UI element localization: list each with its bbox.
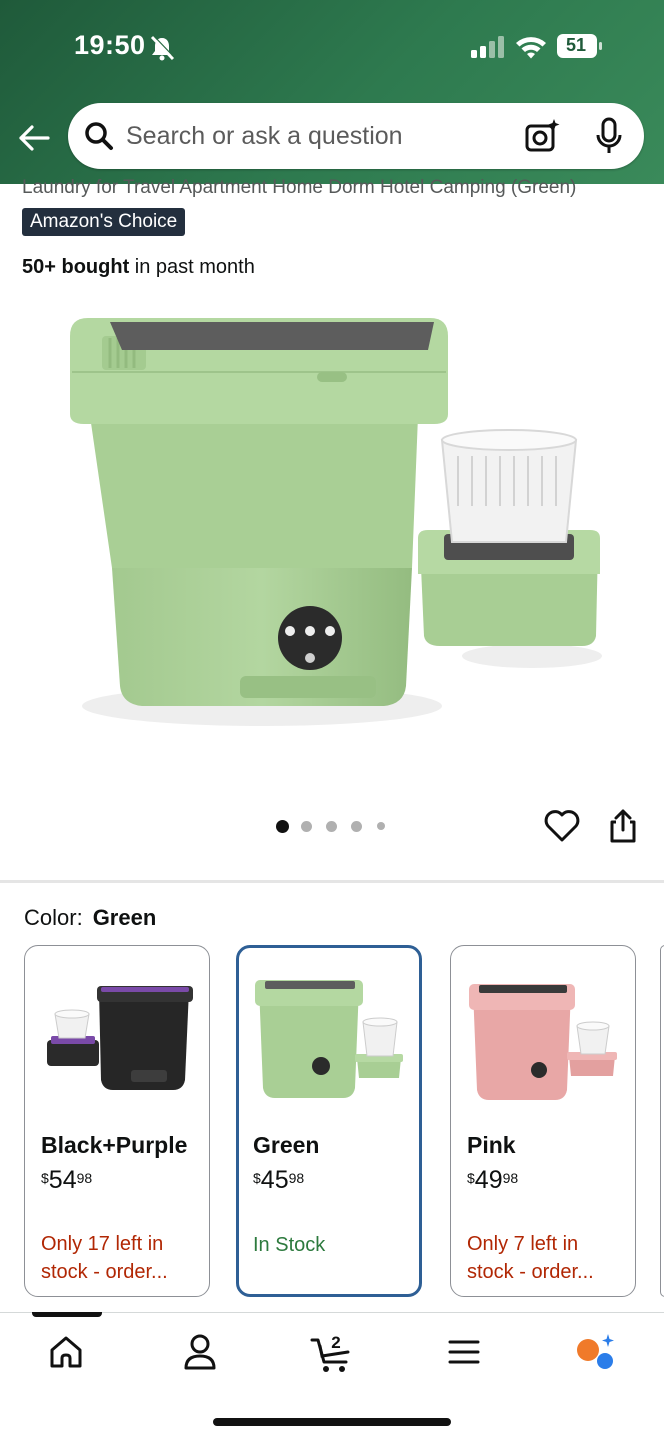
cart-count: 2 bbox=[331, 1333, 340, 1352]
color-option-price: $4598 bbox=[253, 1166, 304, 1195]
battery-level: 51 bbox=[565, 35, 587, 55]
color-label-text: Color: bbox=[24, 905, 83, 930]
bought-count-rest: in past month bbox=[129, 256, 255, 278]
image-pager[interactable] bbox=[276, 819, 396, 833]
stock-status: Only 7 left in stock - order... bbox=[467, 1233, 594, 1283]
back-arrow-icon[interactable] bbox=[16, 120, 52, 156]
color-option-name: Black+Purple bbox=[41, 1132, 188, 1158]
color-option-price: $5498 bbox=[41, 1166, 92, 1195]
color-selector-label: Color: Green bbox=[24, 905, 156, 931]
bought-count-bold: 50+ bought bbox=[22, 256, 130, 278]
cellular-signal-icon bbox=[471, 36, 504, 58]
rufus-ai-icon[interactable] bbox=[574, 1330, 618, 1374]
pager-dot[interactable] bbox=[276, 820, 289, 833]
stock-status: In Stock bbox=[253, 1234, 326, 1256]
search-bar[interactable]: Search or ask a question bbox=[68, 103, 644, 169]
price-currency: $ bbox=[253, 1170, 261, 1186]
price-whole: 49 bbox=[474, 1166, 503, 1194]
cart-icon[interactable]: 2 bbox=[310, 1330, 354, 1374]
pager-dot[interactable] bbox=[326, 821, 337, 832]
active-tab-indicator bbox=[32, 1312, 102, 1317]
selected-color: Green bbox=[92, 905, 157, 930]
color-option-black-purple[interactable]: Black+Purple $5498 Only 17 left in stock… bbox=[24, 945, 210, 1297]
price-fraction: 98 bbox=[502, 1170, 519, 1186]
color-option-next-partial[interactable] bbox=[660, 945, 664, 1297]
bought-count: 50+ bought in past month bbox=[22, 256, 255, 279]
share-icon[interactable] bbox=[608, 808, 638, 844]
section-divider bbox=[0, 880, 664, 883]
search-input[interactable]: Search or ask a question bbox=[126, 122, 403, 151]
product-image[interactable] bbox=[62, 306, 602, 762]
home-indicator bbox=[213, 1418, 451, 1426]
price-whole: 45 bbox=[260, 1166, 289, 1194]
price-fraction: 98 bbox=[288, 1170, 305, 1186]
color-option-pink[interactable]: Pink $4998 Only 7 left in stock - order.… bbox=[450, 945, 636, 1297]
pager-dot[interactable] bbox=[377, 822, 385, 830]
price-currency: $ bbox=[467, 1170, 475, 1186]
search-icon bbox=[85, 122, 113, 150]
status-bar: 19:50 51 bbox=[0, 26, 664, 66]
amazons-choice-badge[interactable]: Amazon's Choice bbox=[22, 208, 186, 236]
home-icon[interactable] bbox=[44, 1330, 88, 1374]
menu-icon[interactable] bbox=[442, 1330, 486, 1374]
silent-bell-icon bbox=[150, 35, 175, 61]
app-header: 19:50 51 Search or ask a question bbox=[0, 0, 664, 184]
status-time: 19:50 bbox=[74, 30, 146, 60]
color-option-name: Pink bbox=[467, 1132, 516, 1158]
color-option-image bbox=[251, 960, 407, 1116]
heart-icon[interactable] bbox=[544, 809, 580, 843]
pager-dot[interactable] bbox=[301, 821, 312, 832]
color-option-image bbox=[39, 960, 195, 1116]
product-title[interactable]: Laundry for Travel Apartment Home Dorm H… bbox=[22, 177, 652, 199]
price-whole: 54 bbox=[48, 1166, 77, 1194]
stock-status: Only 17 left in stock - order... bbox=[41, 1233, 168, 1283]
pager-dot[interactable] bbox=[351, 821, 362, 832]
camera-icon[interactable] bbox=[524, 118, 560, 154]
price-fraction: 98 bbox=[76, 1170, 93, 1186]
color-option-image bbox=[465, 960, 621, 1116]
color-option-green[interactable]: Green $4598 In Stock bbox=[236, 945, 422, 1297]
account-icon[interactable] bbox=[178, 1330, 222, 1374]
color-option-price: $4998 bbox=[467, 1166, 518, 1195]
wifi-icon bbox=[516, 37, 546, 59]
microphone-icon[interactable] bbox=[594, 117, 624, 155]
color-option-name: Green bbox=[253, 1132, 320, 1158]
price-currency: $ bbox=[41, 1170, 49, 1186]
